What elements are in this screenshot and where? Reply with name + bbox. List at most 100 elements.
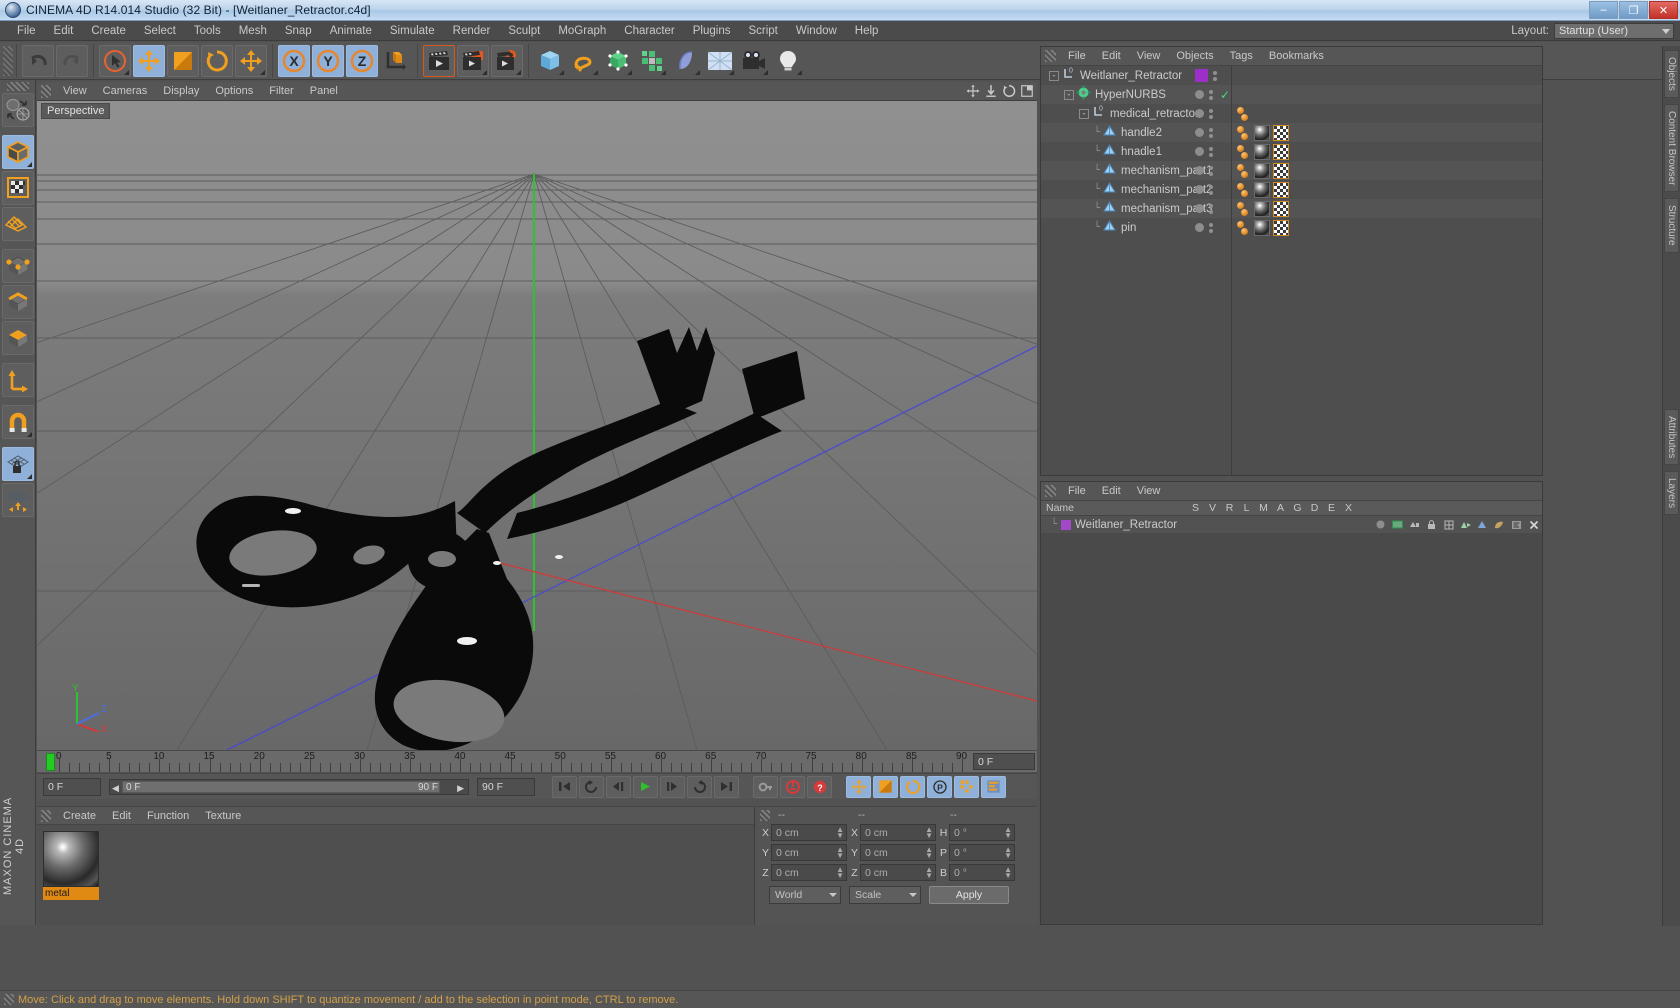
object-icon[interactable] — [1076, 85, 1091, 105]
viewport-menu-grip[interactable] — [41, 84, 51, 98]
timeline-toggle-button[interactable] — [981, 775, 1006, 798]
object-row[interactable]: └ handle2 — [1041, 123, 1542, 142]
object-enable-dot[interactable] — [1195, 90, 1204, 99]
viewport-menu-display[interactable]: Display — [155, 84, 207, 98]
menu-file[interactable]: File — [8, 23, 45, 39]
step-back-button[interactable] — [606, 775, 631, 798]
scale-key-button[interactable] — [873, 775, 898, 798]
autokey-button[interactable] — [780, 775, 805, 798]
phong-tag-icon[interactable] — [1237, 106, 1251, 122]
material-tag-icon[interactable] — [1254, 124, 1270, 141]
light-button[interactable] — [772, 45, 804, 77]
layer-animation-icon[interactable] — [1459, 518, 1472, 531]
material-tag-icon[interactable] — [1254, 219, 1270, 236]
texture-tag-icon[interactable] — [1273, 143, 1289, 160]
viewport-camera-label[interactable]: Perspective — [41, 103, 111, 119]
rotate-view-icon[interactable] — [1002, 84, 1016, 98]
layout-dropdown[interactable]: Startup (User) — [1554, 23, 1674, 39]
left-toolbar-grip[interactable] — [6, 82, 29, 91]
menu-select[interactable]: Select — [135, 23, 185, 39]
material-item[interactable]: metal — [43, 831, 99, 900]
scale-tool-button[interactable] — [167, 44, 199, 77]
spinner-icon[interactable]: ▲ ▼ — [836, 826, 844, 840]
object-visibility-toggle[interactable] — [1209, 108, 1213, 119]
viewport-3d-canvas[interactable]: Perspective Y X Z — [37, 101, 1037, 750]
coord-field-size-x[interactable]: 0 cm ▲ ▼ — [860, 824, 936, 841]
coord-field-pos-y[interactable]: 0 cm ▲ ▼ — [771, 844, 847, 861]
preview-range-inner[interactable] — [122, 780, 440, 793]
play-reverse-button[interactable] — [579, 775, 604, 798]
menu-animate[interactable]: Animate — [321, 23, 381, 39]
object-row[interactable]: - 0 medical_retractor — [1041, 104, 1542, 123]
x-axis-lock-button[interactable]: X — [278, 44, 310, 77]
object-enable-dot[interactable] — [1195, 109, 1204, 118]
coordinate-space-dropdown[interactable]: World — [769, 885, 841, 904]
menu-help[interactable]: Help — [846, 23, 888, 39]
menu-mesh[interactable]: Mesh — [230, 23, 276, 39]
coordinate-mode-dropdown[interactable]: Scale — [849, 885, 921, 904]
position-key-button[interactable] — [846, 775, 871, 798]
layer-manager-grip[interactable] — [1045, 485, 1056, 497]
objmgr-menu-bookmarks[interactable]: Bookmarks — [1261, 49, 1332, 63]
coordinates-grip[interactable] — [760, 809, 770, 821]
move-tool-button[interactable] — [133, 44, 165, 77]
object-enable-dot[interactable] — [1195, 166, 1204, 175]
spinner-icon[interactable]: ▲ ▼ — [1004, 866, 1012, 880]
go-to-start-button[interactable] — [552, 775, 577, 798]
apply-button[interactable]: Apply — [929, 885, 1009, 904]
object-icon[interactable] — [1102, 218, 1117, 238]
pan-view-icon[interactable] — [966, 84, 980, 98]
viewport-menu-view[interactable]: View — [55, 84, 95, 98]
uv-polygon-mode-button[interactable] — [1, 207, 34, 241]
layer-row[interactable]: └ Weitlaner_Retractor — [1041, 516, 1542, 533]
object-visibility-toggle[interactable] — [1209, 184, 1213, 195]
edges-mode-button[interactable] — [1, 285, 34, 319]
render-region-button[interactable] — [457, 44, 489, 77]
objmgr-menu-edit[interactable]: Edit — [1094, 49, 1129, 63]
redo-button[interactable] — [56, 44, 88, 77]
material-tag-icon[interactable] — [1254, 162, 1270, 179]
texture-tag-icon[interactable] — [1273, 200, 1289, 217]
object-enabled-check-icon[interactable]: ✓ — [1220, 88, 1230, 102]
array-button[interactable] — [636, 45, 668, 77]
add-spline-button[interactable] — [568, 45, 600, 77]
object-color-chip[interactable] — [1195, 69, 1208, 82]
deformer-button[interactable] — [670, 45, 702, 77]
undo-button[interactable] — [22, 44, 54, 77]
layer-deformer-icon[interactable] — [1493, 518, 1506, 531]
menu-mograph[interactable]: MoGraph — [549, 23, 615, 39]
layer-render-icon[interactable] — [1408, 518, 1421, 531]
spinner-icon[interactable]: ▲ ▼ — [836, 866, 844, 880]
maximize-view-icon[interactable] — [1020, 84, 1034, 98]
spinner-icon[interactable]: ▲ ▼ — [1004, 846, 1012, 860]
live-selection-button[interactable] — [99, 44, 131, 77]
material-tag-icon[interactable] — [1254, 143, 1270, 160]
play-forward-loop-button[interactable] — [687, 775, 712, 798]
add-cube-button[interactable] — [534, 45, 566, 77]
texture-mode-button[interactable] — [1, 171, 34, 205]
expander-collapse-icon[interactable]: - — [1049, 70, 1059, 81]
move-axis-button[interactable] — [235, 44, 267, 77]
material-menu-edit[interactable]: Edit — [104, 809, 139, 823]
viewport-menu-options[interactable]: Options — [207, 84, 261, 98]
menu-character[interactable]: Character — [615, 23, 684, 39]
object-enable-dot[interactable] — [1195, 223, 1204, 232]
phong-tag-icon[interactable] — [1237, 163, 1251, 179]
workplane-lock-button[interactable] — [1, 447, 34, 481]
expander-collapse-icon[interactable]: - — [1079, 108, 1089, 119]
object-icon[interactable] — [1102, 161, 1117, 181]
object-enable-dot[interactable] — [1195, 204, 1204, 213]
dock-tab-content-browser[interactable]: Content Browser — [1664, 103, 1679, 193]
texture-tag-icon[interactable] — [1273, 181, 1289, 198]
object-visibility-toggle[interactable] — [1209, 89, 1213, 100]
world-object-coord-button[interactable] — [380, 45, 412, 77]
laymgr-menu-view[interactable]: View — [1129, 484, 1169, 498]
undo-view-button[interactable] — [1, 93, 34, 127]
object-row[interactable]: └ mechanism_part2 — [1041, 180, 1542, 199]
material-preview-sphere[interactable] — [43, 831, 99, 887]
object-icon[interactable]: 0 — [1061, 66, 1076, 86]
phong-tag-icon[interactable] — [1237, 201, 1251, 217]
object-visibility-toggle[interactable] — [1209, 203, 1213, 214]
go-to-end-button[interactable] — [714, 775, 739, 798]
coord-field-pos-z[interactable]: 0 cm ▲ ▼ — [771, 864, 847, 881]
